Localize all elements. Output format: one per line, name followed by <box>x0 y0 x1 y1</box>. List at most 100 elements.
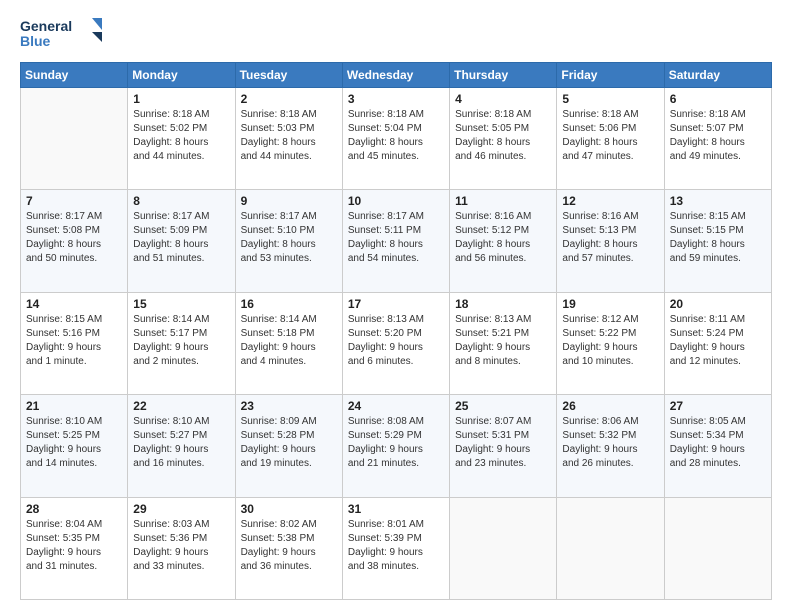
calendar-cell: 9 Sunrise: 8:17 AMSunset: 5:10 PMDaylight… <box>235 190 342 292</box>
day-info: Sunrise: 8:16 AMSunset: 5:13 PMDaylight:… <box>562 210 658 266</box>
calendar-cell: 8Sunrise: 8:17 AMSunset: 5:09 PMDaylight… <box>128 190 235 292</box>
calendar-cell: 12 Sunrise: 8:16 AMSunset: 5:13 PMDayligh… <box>557 190 664 292</box>
calendar-cell: 20 Sunrise: 8:11 AMSunset: 5:24 PMDayligh… <box>664 292 771 394</box>
day-number: 6 <box>670 92 766 106</box>
svg-text:Blue: Blue <box>20 33 51 49</box>
weekday-wednesday: Wednesday <box>342 63 449 88</box>
calendar-cell: 21 Sunrise: 8:10 AMSunset: 5:25 PMDayligh… <box>21 395 128 497</box>
calendar-cell: 4Sunrise: 8:18 AMSunset: 5:05 PMDaylight… <box>450 88 557 190</box>
weekday-sunday: Sunday <box>21 63 128 88</box>
calendar-cell: 28Sunrise: 8:04 AMSunset: 5:35 PMDayligh… <box>21 497 128 599</box>
calendar-table: SundayMondayTuesdayWednesdayThursdayFrid… <box>20 62 772 600</box>
day-number: 31 <box>348 502 444 516</box>
day-info: Sunrise: 8:05 AMSunset: 5:34 PMDaylight:… <box>670 415 766 471</box>
calendar-cell: 10 Sunrise: 8:17 AMSunset: 5:11 PMDayligh… <box>342 190 449 292</box>
calendar-cell: 22 Sunrise: 8:10 AMSunset: 5:27 PMDayligh… <box>128 395 235 497</box>
calendar-cell: 29 Sunrise: 8:03 AMSunset: 5:36 PMDayligh… <box>128 497 235 599</box>
day-info: Sunrise: 8:10 AMSunset: 5:25 PMDaylight:… <box>26 415 122 471</box>
day-number: 14 <box>26 297 122 311</box>
weekday-tuesday: Tuesday <box>235 63 342 88</box>
day-number: 25 <box>455 399 551 413</box>
day-info: Sunrise: 8:07 AMSunset: 5:31 PMDaylight:… <box>455 415 551 471</box>
day-info: Sunrise: 8:18 AMSunset: 5:07 PMDaylight:… <box>670 108 766 164</box>
day-number: 24 <box>348 399 444 413</box>
day-info: Sunrise: 8:11 AMSunset: 5:24 PMDaylight:… <box>670 313 766 369</box>
day-number: 12 <box>562 194 658 208</box>
day-info: Sunrise: 8:17 AMSunset: 5:10 PMDaylight:… <box>241 210 337 266</box>
day-number: 9 <box>241 194 337 208</box>
calendar-cell: 26 Sunrise: 8:06 AMSunset: 5:32 PMDayligh… <box>557 395 664 497</box>
day-info: Sunrise: 8:16 AMSunset: 5:12 PMDaylight:… <box>455 210 551 266</box>
day-number: 10 <box>348 194 444 208</box>
day-info: Sunrise: 8:10 AMSunset: 5:27 PMDaylight:… <box>133 415 229 471</box>
day-info: Sunrise: 8:15 AMSunset: 5:15 PMDaylight:… <box>670 210 766 266</box>
day-info: Sunrise: 8:18 AMSunset: 5:02 PMDaylight:… <box>133 108 229 164</box>
day-number: 19 <box>562 297 658 311</box>
weekday-header-row: SundayMondayTuesdayWednesdayThursdayFrid… <box>21 63 772 88</box>
day-number: 20 <box>670 297 766 311</box>
week-row-3: 14 Sunrise: 8:15 AMSunset: 5:16 PMDayligh… <box>21 292 772 394</box>
calendar-cell: 30 Sunrise: 8:02 AMSunset: 5:38 PMDayligh… <box>235 497 342 599</box>
calendar-cell: 31 Sunrise: 8:01 AMSunset: 5:39 PMDayligh… <box>342 497 449 599</box>
day-number: 11 <box>455 194 551 208</box>
calendar-cell: 15 Sunrise: 8:14 AMSunset: 5:17 PMDayligh… <box>128 292 235 394</box>
calendar-cell: 19Sunrise: 8:12 AMSunset: 5:22 PMDayligh… <box>557 292 664 394</box>
week-row-2: 7 Sunrise: 8:17 AMSunset: 5:08 PMDaylight… <box>21 190 772 292</box>
day-info: Sunrise: 8:17 AMSunset: 5:11 PMDaylight:… <box>348 210 444 266</box>
calendar-cell: 13Sunrise: 8:15 AMSunset: 5:15 PMDayligh… <box>664 190 771 292</box>
day-number: 7 <box>26 194 122 208</box>
calendar-cell: 1 Sunrise: 8:18 AMSunset: 5:02 PMDaylight… <box>128 88 235 190</box>
calendar-cell: 25 Sunrise: 8:07 AMSunset: 5:31 PMDayligh… <box>450 395 557 497</box>
day-info: Sunrise: 8:03 AMSunset: 5:36 PMDaylight:… <box>133 518 229 574</box>
calendar-cell: 3Sunrise: 8:18 AMSunset: 5:04 PMDaylight… <box>342 88 449 190</box>
day-info: Sunrise: 8:06 AMSunset: 5:32 PMDaylight:… <box>562 415 658 471</box>
day-number: 23 <box>241 399 337 413</box>
calendar-cell: 27 Sunrise: 8:05 AMSunset: 5:34 PMDayligh… <box>664 395 771 497</box>
day-number: 21 <box>26 399 122 413</box>
day-info: Sunrise: 8:09 AMSunset: 5:28 PMDaylight:… <box>241 415 337 471</box>
calendar-cell: 6 Sunrise: 8:18 AMSunset: 5:07 PMDaylight… <box>664 88 771 190</box>
calendar-cell: 5 Sunrise: 8:18 AMSunset: 5:06 PMDaylight… <box>557 88 664 190</box>
day-number: 4 <box>455 92 551 106</box>
day-info: Sunrise: 8:14 AMSunset: 5:17 PMDaylight:… <box>133 313 229 369</box>
weekday-saturday: Saturday <box>664 63 771 88</box>
week-row-4: 21 Sunrise: 8:10 AMSunset: 5:25 PMDayligh… <box>21 395 772 497</box>
day-info: Sunrise: 8:18 AMSunset: 5:06 PMDaylight:… <box>562 108 658 164</box>
day-number: 26 <box>562 399 658 413</box>
calendar-cell: 14 Sunrise: 8:15 AMSunset: 5:16 PMDayligh… <box>21 292 128 394</box>
day-number: 18 <box>455 297 551 311</box>
calendar-cell <box>450 497 557 599</box>
day-info: Sunrise: 8:02 AMSunset: 5:38 PMDaylight:… <box>241 518 337 574</box>
calendar-cell: 24 Sunrise: 8:08 AMSunset: 5:29 PMDayligh… <box>342 395 449 497</box>
day-info: Sunrise: 8:14 AMSunset: 5:18 PMDaylight:… <box>241 313 337 369</box>
logo: GeneralBlue <box>20 16 110 52</box>
day-number: 28 <box>26 502 122 516</box>
logo-icon: GeneralBlue <box>20 16 110 52</box>
week-row-5: 28Sunrise: 8:04 AMSunset: 5:35 PMDayligh… <box>21 497 772 599</box>
day-info: Sunrise: 8:15 AMSunset: 5:16 PMDaylight:… <box>26 313 122 369</box>
day-number: 15 <box>133 297 229 311</box>
weekday-thursday: Thursday <box>450 63 557 88</box>
calendar-cell: 17Sunrise: 8:13 AMSunset: 5:20 PMDayligh… <box>342 292 449 394</box>
week-row-1: 1 Sunrise: 8:18 AMSunset: 5:02 PMDaylight… <box>21 88 772 190</box>
day-number: 27 <box>670 399 766 413</box>
day-number: 3 <box>348 92 444 106</box>
day-info: Sunrise: 8:08 AMSunset: 5:29 PMDaylight:… <box>348 415 444 471</box>
calendar-cell: 18Sunrise: 8:13 AMSunset: 5:21 PMDayligh… <box>450 292 557 394</box>
day-number: 5 <box>562 92 658 106</box>
day-number: 8 <box>133 194 229 208</box>
day-number: 30 <box>241 502 337 516</box>
calendar-cell: 16Sunrise: 8:14 AMSunset: 5:18 PMDayligh… <box>235 292 342 394</box>
weekday-friday: Friday <box>557 63 664 88</box>
calendar-cell: 7 Sunrise: 8:17 AMSunset: 5:08 PMDaylight… <box>21 190 128 292</box>
day-info: Sunrise: 8:17 AMSunset: 5:08 PMDaylight:… <box>26 210 122 266</box>
day-info: Sunrise: 8:01 AMSunset: 5:39 PMDaylight:… <box>348 518 444 574</box>
svg-text:General: General <box>20 18 72 34</box>
day-number: 17 <box>348 297 444 311</box>
day-number: 1 <box>133 92 229 106</box>
weekday-monday: Monday <box>128 63 235 88</box>
day-number: 22 <box>133 399 229 413</box>
calendar-cell: 11 Sunrise: 8:16 AMSunset: 5:12 PMDayligh… <box>450 190 557 292</box>
page: GeneralBlue SundayMondayTuesdayWednesday… <box>0 0 792 612</box>
day-number: 29 <box>133 502 229 516</box>
